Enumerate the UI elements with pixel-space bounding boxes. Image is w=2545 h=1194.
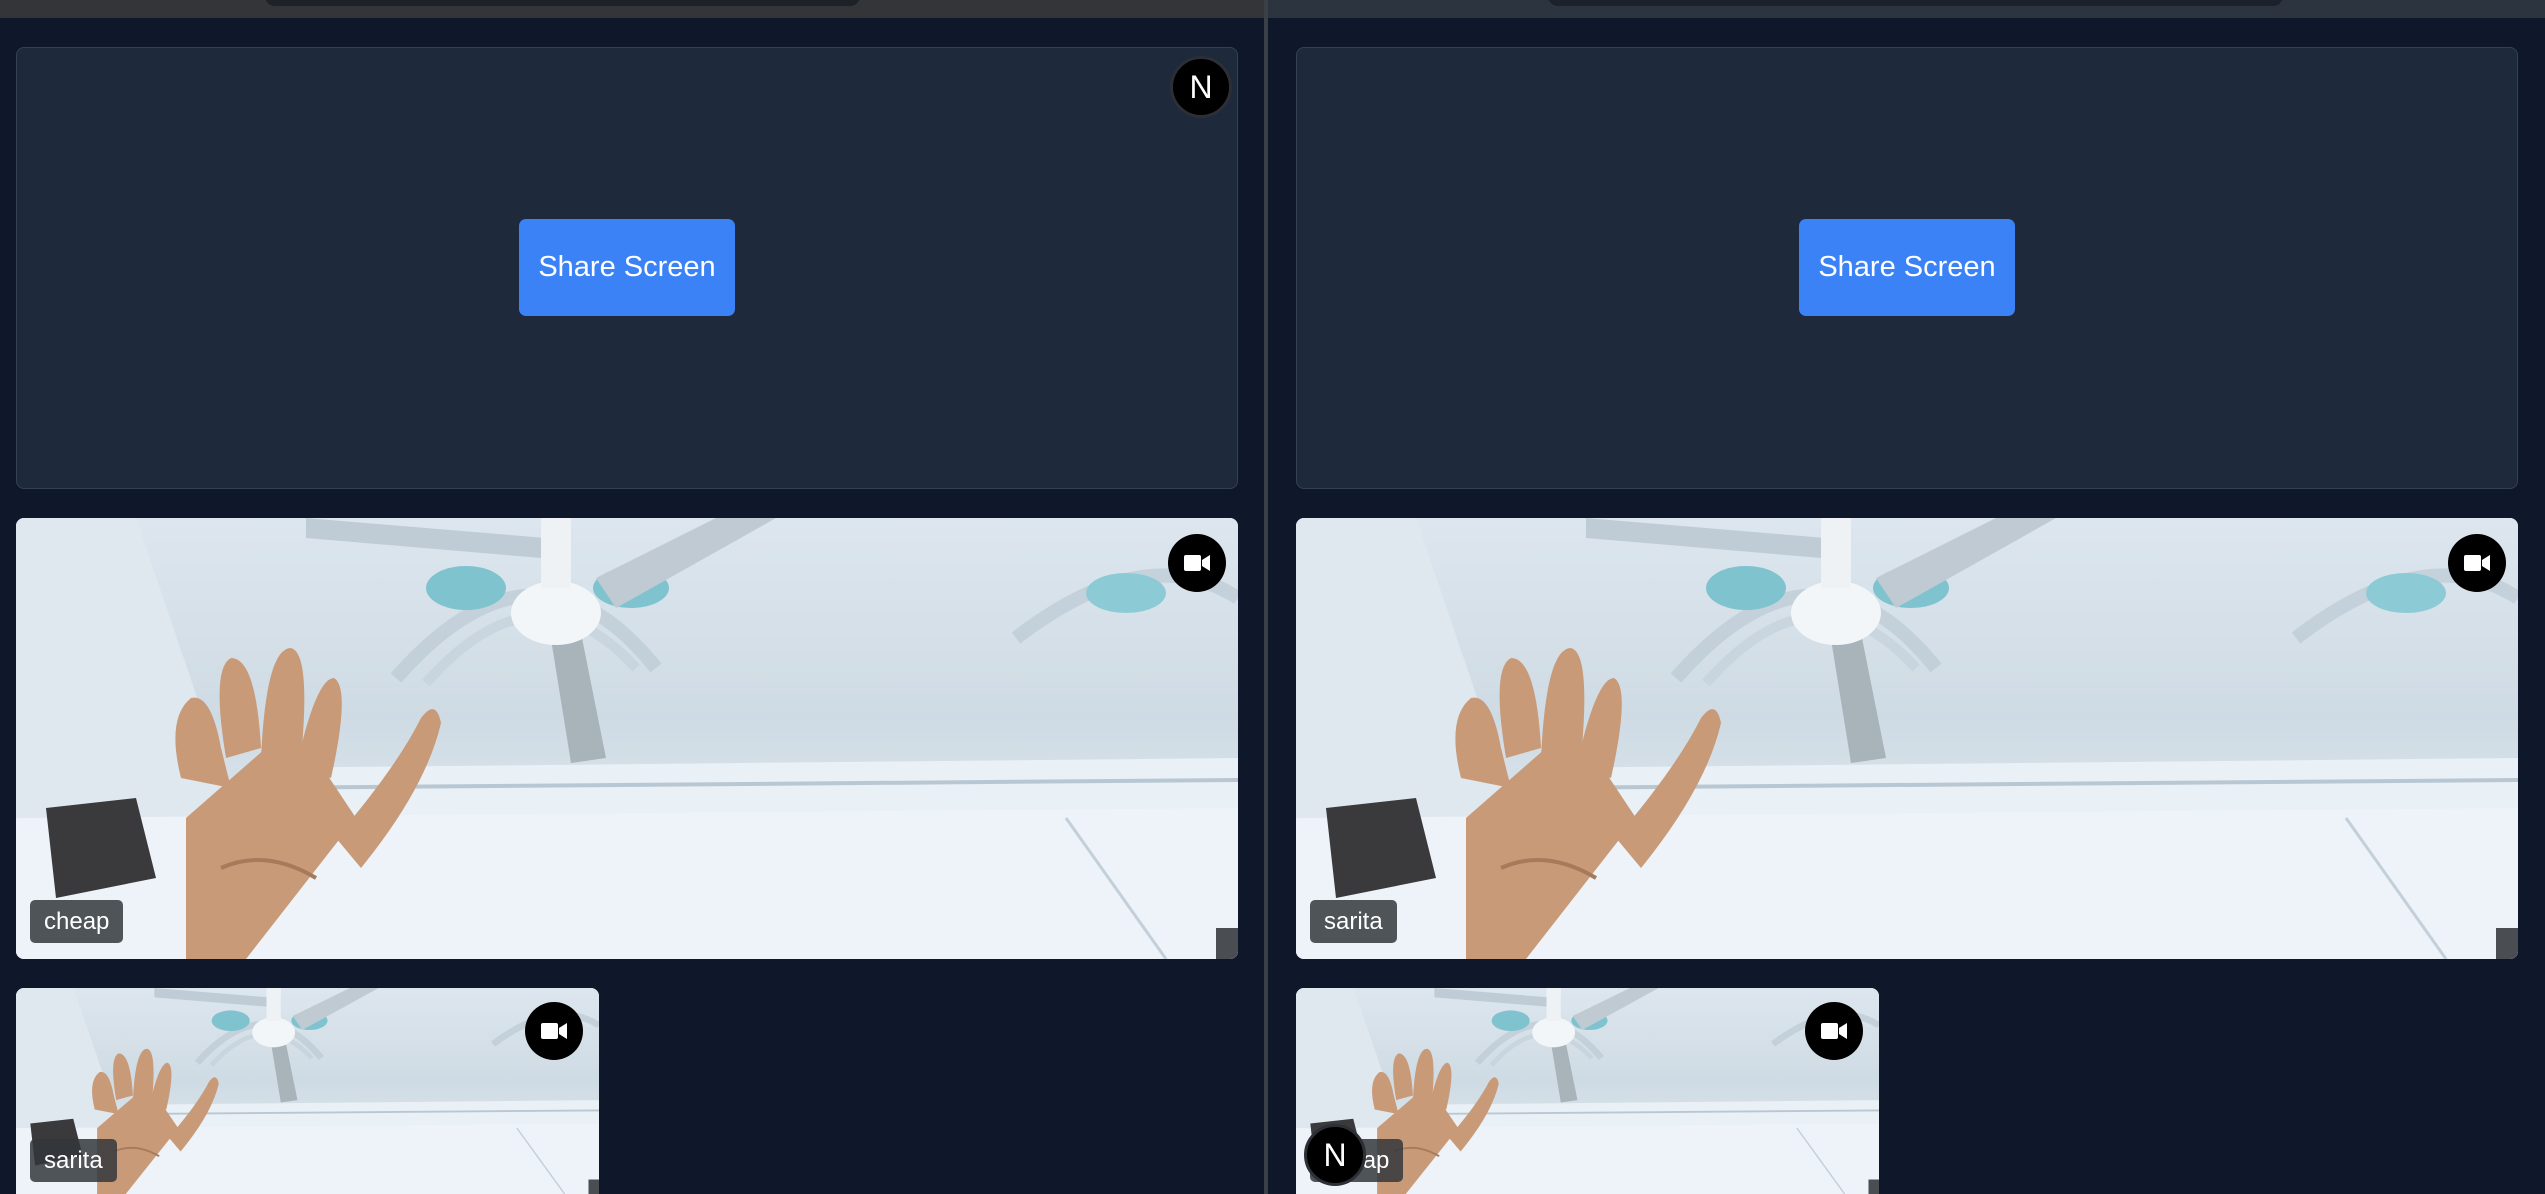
video-feed: [1296, 518, 2518, 959]
video-camera-icon[interactable]: [1805, 1002, 1863, 1060]
share-screen-button[interactable]: Share Screen: [1799, 219, 2015, 316]
screen-share-panel: Share Screen N: [16, 47, 1238, 489]
thumbnail-video-tile[interactable]: sarita: [16, 988, 599, 1194]
video-camera-icon[interactable]: [2448, 534, 2506, 592]
browser-toolbar: [0, 0, 1264, 18]
screen: Share Screen N cheap sarita Share Screen: [0, 0, 2545, 1194]
browser-toolbar: [1268, 0, 2545, 18]
video-camera-icon[interactable]: [1168, 534, 1226, 592]
main-video-tile[interactable]: sarita: [1296, 518, 2518, 959]
thumbnail-video-tile[interactable]: cheap: [1296, 988, 1879, 1194]
address-bar[interactable]: [1548, 0, 2283, 6]
nextjs-badge-icon[interactable]: N: [1170, 56, 1232, 118]
address-bar[interactable]: [265, 0, 860, 6]
share-screen-button[interactable]: Share Screen: [519, 219, 735, 316]
participant-name-label: cheap: [30, 900, 124, 943]
participant-name-label: sarita: [1310, 900, 1397, 943]
right-browser-pane: Share Screen sarita cheap N: [1268, 0, 2545, 1194]
participant-name-label: sarita: [30, 1139, 117, 1182]
main-video-tile[interactable]: cheap: [16, 518, 1238, 959]
left-browser-pane: Share Screen N cheap sarita: [0, 0, 1264, 1194]
video-camera-icon[interactable]: [525, 1002, 583, 1060]
video-feed: [16, 518, 1238, 959]
screen-share-panel: Share Screen: [1296, 47, 2518, 489]
nextjs-badge-icon[interactable]: N: [1304, 1124, 1366, 1186]
